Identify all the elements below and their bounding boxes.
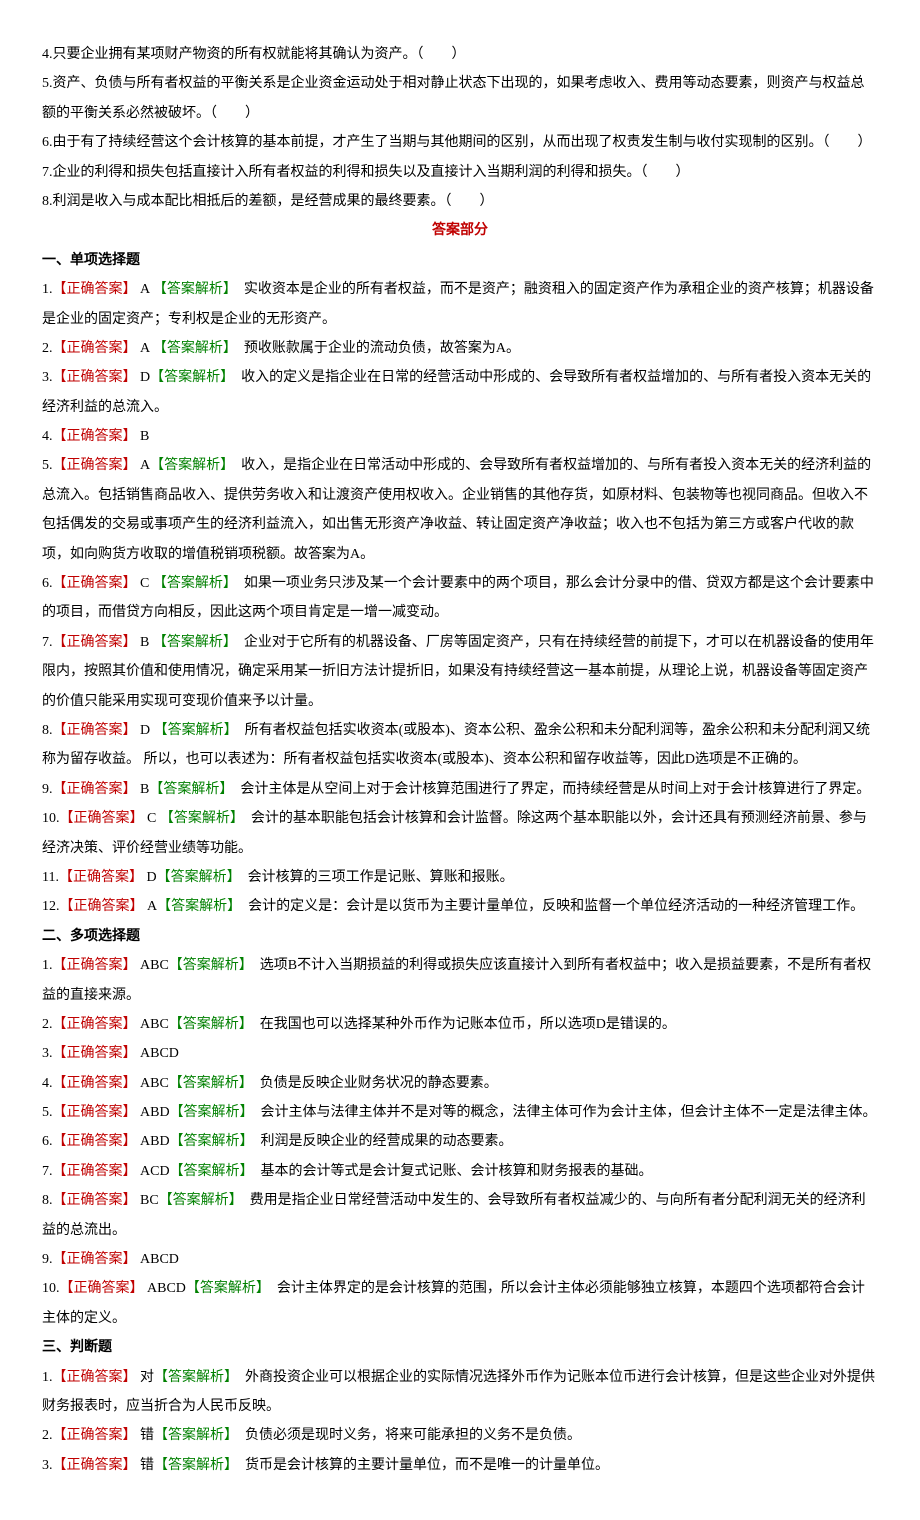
text-line: 7.【正确答案】 B 【答案解析】 企业对于它所有的机器设备、厂房等固定资产，只… [42,628,878,716]
text-line: 6.【正确答案】 C 【答案解析】 如果一项业务只涉及某一个会计要素中的两个项目… [42,569,878,628]
text-line: 7.企业的利得和损失包括直接计入所有者权益的利得和损失以及直接计入当期利润的利得… [42,158,878,187]
section-title-judge: 三、判断题 [42,1333,878,1362]
text-line: 7.【正确答案】 ACD【答案解析】 基本的会计等式是会计复式记账、会计核算和财… [42,1157,878,1186]
text-line: 6.【正确答案】 ABD【答案解析】 利润是反映企业的经营成果的动态要素。 [42,1127,878,1156]
text-line: 10.【正确答案】 ABCD【答案解析】 会计主体界定的是会计核算的范围，所以会… [42,1274,878,1333]
text-line: 11.【正确答案】 D【答案解析】 会计核算的三项工作是记账、算账和报账。 [42,863,878,892]
text-line: 12.【正确答案】 A【答案解析】 会计的定义是：会计是以货币为主要计量单位，反… [42,892,878,921]
text-line: 9.【正确答案】 B【答案解析】 会计主体是从空间上对于会计核算范围进行了界定，… [42,775,878,804]
text-line: 9.【正确答案】 ABCD [42,1245,878,1274]
text-line: 5.【正确答案】 ABD【答案解析】 会计主体与法律主体并不是对等的概念，法律主… [42,1098,878,1127]
text-line: 6.由于有了持续经营这个会计核算的基本前提，才产生了当期与其他期间的区别，从而出… [42,128,878,157]
section-title-multi: 二、多项选择题 [42,922,878,951]
text-line: 10.【正确答案】 C 【答案解析】 会计的基本职能包括会计核算和会计监督。除这… [42,804,878,863]
text-line: 5.资产、负债与所有者权益的平衡关系是企业资金运动处于相对静止状态下出现的，如果… [42,69,878,128]
text-line: 1.【正确答案】 ABC【答案解析】 选项B不计入当期损益的利得或损失应该直接计… [42,951,878,1010]
text-line: 3.【正确答案】 ABCD [42,1039,878,1068]
text-line: 8.【正确答案】 D 【答案解析】 所有者权益包括实收资本(或股本)、资本公积、… [42,716,878,775]
text-line: 4.【正确答案】 B [42,422,878,451]
text-line: 4.【正确答案】 ABC【答案解析】 负债是反映企业财务状况的静态要素。 [42,1069,878,1098]
text-line: 1.【正确答案】 对【答案解析】 外商投资企业可以根据企业的实际情况选择外币作为… [42,1363,878,1422]
text-line: 2.【正确答案】 A 【答案解析】 预收账款属于企业的流动负债，故答案为A。 [42,334,878,363]
text-line: 8.利润是收入与成本配比相抵后的差额，是经营成果的最终要素。（ ） [42,187,878,216]
text-line: 5.【正确答案】 A【答案解析】 收入，是指企业在日常活动中形成的、会导致所有者… [42,451,878,569]
section-title-single: 一、单项选择题 [42,246,878,275]
answer-header: 答案部分 [432,223,488,238]
text-line: 2.【正确答案】 ABC【答案解析】 在我国也可以选择某种外币作为记账本位币，所… [42,1010,878,1039]
text-line: 1.【正确答案】 A 【答案解析】 实收资本是企业的所有者权益，而不是资产；融资… [42,275,878,334]
text-line: 4.只要企业拥有某项财产物资的所有权就能将其确认为资产。（ ） [42,40,878,69]
text-line: 2.【正确答案】 错【答案解析】 负债必须是现时义务，将来可能承担的义务不是负债… [42,1421,878,1450]
text-line: 答案部分 [42,216,878,245]
text-line: 8.【正确答案】 BC【答案解析】 费用是指企业日常经营活动中发生的、会导致所有… [42,1186,878,1245]
text-line: 3.【正确答案】 D【答案解析】 收入的定义是指企业在日常的经营活动中形成的、会… [42,363,878,422]
text-line: 3.【正确答案】 错【答案解析】 货币是会计核算的主要计量单位，而不是唯一的计量… [42,1451,878,1480]
